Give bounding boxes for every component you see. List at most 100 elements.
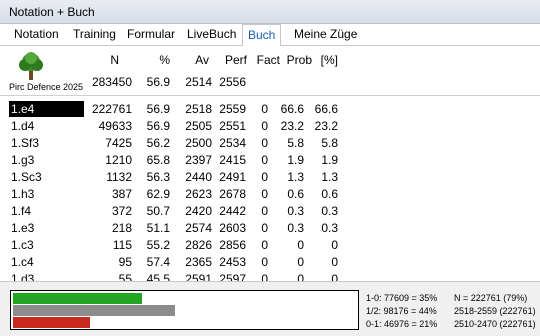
fact-cell: 0 [261, 102, 268, 116]
prob-cell: 1.9 [287, 153, 304, 167]
table-row[interactable]: 1.Sc3 1132 56.3 2440 2491 0 1.3 1.3 [0, 168, 540, 185]
column-prob-pct[interactable]: [%] [318, 53, 338, 67]
av-cell: 2591 [185, 272, 212, 281]
fact-cell: 0 [261, 170, 268, 184]
perf-cell: 2856 [219, 238, 246, 252]
table-row[interactable]: 1.c4 95 57.4 2365 2453 0 0 0 [0, 253, 540, 270]
pct-cell: 56.3 [146, 170, 170, 184]
rating-range-2: 2510-2470 (222761) [454, 319, 536, 329]
n-cell: 218 [111, 221, 132, 235]
prob-pct-cell: 0 [331, 255, 338, 269]
n-cell: 115 [112, 238, 132, 252]
av-cell: 2420 [185, 204, 212, 218]
n-cell: 372 [111, 204, 132, 218]
tab-training[interactable]: Training [73, 27, 116, 41]
tab-meine-zuege[interactable]: Meine Züge [294, 27, 357, 41]
move-cell[interactable]: 1.h3 [9, 186, 36, 202]
av-cell: 2623 [185, 187, 212, 201]
move-cell[interactable]: 1.e3 [9, 220, 36, 236]
prob-cell: 0 [297, 272, 304, 281]
move-cell[interactable]: 1.Sc3 [9, 169, 44, 185]
n-cell: 55 [118, 272, 132, 281]
av-cell: 2500 [185, 136, 212, 150]
prob-pct-cell: 0.3 [321, 204, 338, 218]
tab-bar: Notation Training Formular LiveBuch Buch… [0, 24, 540, 47]
prob-pct-cell: 66.6 [314, 102, 338, 116]
prob-cell: 5.8 [287, 136, 304, 150]
column-perf[interactable]: Perf [220, 53, 247, 67]
summary-perf: 2556 [219, 75, 246, 89]
perf-cell: 2415 [219, 153, 246, 167]
table-row[interactable]: 1.e4 222761 56.9 2518 2559 0 66.6 66.6 [0, 100, 540, 117]
fact-cell: 0 [261, 204, 268, 218]
move-cell[interactable]: 1.g3 [9, 152, 36, 168]
prob-cell: 0 [297, 238, 304, 252]
move-cell[interactable]: 1.c4 [9, 254, 36, 270]
book-header: Pirc Defence 2025 N % Av Perf Fact Prob … [0, 46, 540, 96]
perf-cell: 2597 [219, 272, 246, 281]
fact-cell: 0 [261, 238, 268, 252]
pct-cell: 56.9 [146, 119, 170, 133]
table-row[interactable]: 1.f4 372 50.7 2420 2442 0 0.3 0.3 [0, 202, 540, 219]
n-cell: 7425 [105, 136, 132, 150]
perf-cell: 2453 [219, 255, 246, 269]
pct-cell: 57.4 [146, 255, 170, 269]
window-title: Notation + Buch [9, 5, 95, 19]
n-cell: 1210 [105, 153, 132, 167]
move-cell[interactable]: 1.c3 [9, 237, 36, 253]
column-av[interactable]: Av [191, 53, 209, 67]
prob-pct-cell: 5.8 [321, 136, 338, 150]
fact-cell: 0 [261, 255, 268, 269]
tab-formular[interactable]: Formular [127, 27, 175, 41]
column-fact[interactable]: Fact [254, 53, 280, 67]
prob-cell: 66.6 [280, 102, 304, 116]
tab-notation[interactable]: Notation [14, 27, 59, 41]
draws-stat: 1/2: 98176 = 44% [366, 306, 437, 316]
fact-cell: 0 [261, 221, 268, 235]
tab-livebuch[interactable]: LiveBuch [187, 27, 236, 41]
pct-cell: 55.2 [146, 238, 170, 252]
black-wins-bar [13, 317, 90, 328]
perf-cell: 2559 [219, 102, 246, 116]
total-games-stat: N = 222761 (79%) [454, 293, 528, 303]
draws-bar [13, 305, 175, 316]
table-row[interactable]: 1.Sf3 7425 56.2 2500 2534 0 5.8 5.8 [0, 134, 540, 151]
move-cell[interactable]: 1.Sf3 [9, 135, 41, 151]
results-bar-box [10, 290, 359, 330]
av-cell: 2574 [185, 221, 212, 235]
column-pct[interactable]: % [158, 53, 170, 67]
move-cell[interactable]: 1.d4 [9, 118, 36, 134]
prob-cell: 0.6 [287, 187, 304, 201]
table-row[interactable]: 1.g3 1210 65.8 2397 2415 0 1.9 1.9 [0, 151, 540, 168]
av-cell: 2440 [185, 170, 212, 184]
column-prob[interactable]: Prob [286, 53, 312, 67]
prob-pct-cell: 1.9 [321, 153, 338, 167]
perf-cell: 2534 [219, 136, 246, 150]
fact-cell: 0 [261, 272, 268, 281]
tab-buch[interactable]: Buch [242, 24, 282, 47]
table-row[interactable]: 1.e3 218 51.1 2574 2603 0 0.3 0.3 [0, 219, 540, 236]
table-row[interactable]: 1.d4 49633 56.9 2505 2551 0 23.2 23.2 [0, 117, 540, 134]
table-row[interactable]: 1.h3 387 62.9 2623 2678 0 0.6 0.6 [0, 185, 540, 202]
av-cell: 2518 [185, 102, 212, 116]
table-row[interactable]: 1.d3 55 45.5 2591 2597 0 0 0 [0, 270, 540, 281]
move-cell[interactable]: 1.f4 [9, 203, 33, 219]
tree-icon [19, 52, 43, 80]
pct-cell: 65.8 [146, 153, 170, 167]
fact-cell: 0 [261, 136, 268, 150]
perf-cell: 2603 [219, 221, 246, 235]
pct-cell: 51.1 [146, 221, 170, 235]
pct-cell: 56.2 [146, 136, 170, 150]
pct-cell: 45.5 [146, 272, 170, 281]
prob-pct-cell: 23.2 [314, 119, 338, 133]
av-cell: 2826 [185, 238, 212, 252]
opening-name: Pirc Defence 2025 [9, 82, 84, 92]
n-cell: 1132 [106, 170, 132, 184]
move-cell[interactable]: 1.d3 [9, 271, 36, 281]
prob-cell: 0.3 [287, 204, 304, 218]
prob-pct-cell: 0 [331, 272, 338, 281]
column-n[interactable]: N [103, 53, 119, 67]
move-cell[interactable]: 1.e4 [9, 101, 84, 117]
table-row[interactable]: 1.c3 115 55.2 2826 2856 0 0 0 [0, 236, 540, 253]
prob-cell: 23.2 [280, 119, 304, 133]
